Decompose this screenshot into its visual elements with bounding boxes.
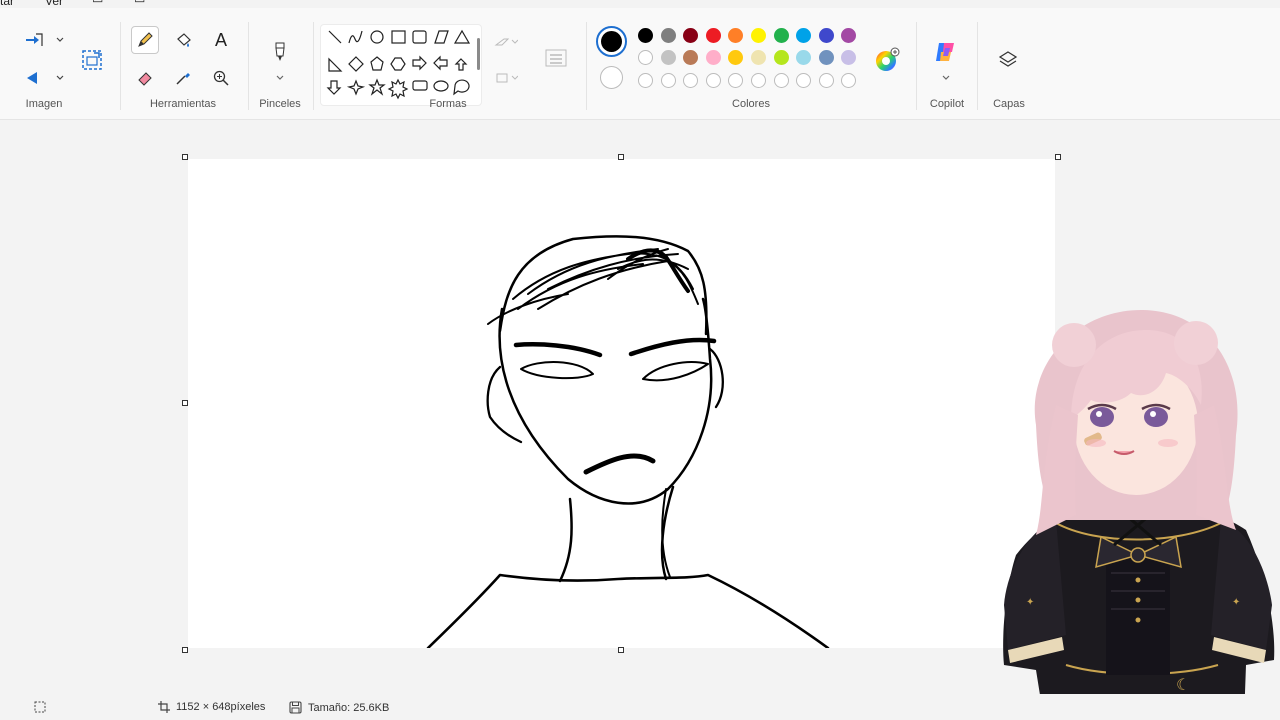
brush-icon[interactable] xyxy=(266,38,294,66)
color-swatch[interactable] xyxy=(773,28,789,43)
color-swatch[interactable] xyxy=(705,28,721,43)
svg-text:✦: ✦ xyxy=(1232,597,1240,608)
color-swatch[interactable] xyxy=(818,28,834,43)
dimensions-text: 1152 × 648píxeles xyxy=(176,701,266,713)
divider xyxy=(313,22,314,110)
menu-item-file[interactable]: tar xyxy=(0,0,14,8)
divider xyxy=(977,22,978,110)
color-swatch[interactable] xyxy=(728,50,744,65)
color-swatch[interactable] xyxy=(638,50,653,65)
crop-icon xyxy=(158,701,170,713)
chevron-down-icon[interactable] xyxy=(46,64,74,92)
redo-icon[interactable]: ↷ xyxy=(215,0,225,5)
edit-colors-icon[interactable] xyxy=(873,46,901,74)
color-picker-icon[interactable] xyxy=(169,64,197,92)
shapes-scrollbar[interactable] xyxy=(477,38,480,70)
menu-bar: tar Ver ▭ ▭ ↶ ↷ xyxy=(0,0,1280,8)
color-swatch[interactable] xyxy=(728,73,744,88)
color-swatch[interactable] xyxy=(683,73,699,88)
color-swatch[interactable] xyxy=(841,50,857,65)
color-swatch[interactable] xyxy=(660,28,676,43)
resize-handle-top-right[interactable] xyxy=(1055,154,1061,160)
resize-handle-top[interactable] xyxy=(618,154,624,160)
resize-handle-top-left[interactable] xyxy=(182,154,188,160)
magnifier-icon[interactable] xyxy=(207,64,235,92)
resize-handle-bottom[interactable] xyxy=(618,647,624,653)
canvas-dimensions: 1152 × 648píxeles xyxy=(158,701,265,713)
color-swatch[interactable] xyxy=(751,28,766,43)
save-icon xyxy=(289,701,302,714)
fill-icon[interactable] xyxy=(169,26,197,54)
color-swatch[interactable] xyxy=(773,73,789,88)
color-swatch[interactable] xyxy=(728,28,744,43)
resize-handle-bottom-left[interactable] xyxy=(182,647,188,653)
color-swatch[interactable] xyxy=(705,50,721,65)
group-label-pinceles: Pinceles xyxy=(259,98,301,110)
color-swatch[interactable] xyxy=(705,73,721,88)
color-swatch[interactable] xyxy=(638,73,653,88)
color-swatch[interactable] xyxy=(638,28,653,43)
divider xyxy=(248,22,249,110)
color-swatch[interactable] xyxy=(818,73,834,88)
color-swatch[interactable] xyxy=(683,50,699,65)
group-label-imagen: Imagen xyxy=(25,98,63,110)
resize-handle-left[interactable] xyxy=(182,400,188,406)
color-swatch[interactable] xyxy=(796,28,812,43)
menu-item-view[interactable]: Ver xyxy=(45,0,63,8)
color-swatch[interactable] xyxy=(841,28,857,43)
save-icon[interactable]: ▭ xyxy=(92,0,103,6)
outline-icon[interactable] xyxy=(492,28,520,56)
pencil-tool-button[interactable] xyxy=(131,26,159,54)
shapes-gallery xyxy=(320,24,482,106)
status-bar: 1152 × 648píxeles Tamaño: 25.6KB xyxy=(0,694,1280,720)
layers-icon[interactable] xyxy=(994,46,1022,74)
color-swatch[interactable] xyxy=(660,73,676,88)
svg-text:☾: ☾ xyxy=(1176,675,1190,694)
copilot-icon[interactable] xyxy=(932,38,960,66)
undo-icon[interactable]: ↶ xyxy=(178,0,188,5)
chevron-down-icon[interactable] xyxy=(266,64,294,92)
chevron-down-icon[interactable] xyxy=(932,64,960,92)
primary-color-button[interactable] xyxy=(596,26,627,57)
open-icon[interactable]: ▭ xyxy=(134,0,145,6)
file-size-text: Tamaño: 25.6KB xyxy=(308,701,390,714)
group-label-copilot: Copilot xyxy=(929,98,965,110)
primary-color-swatch xyxy=(601,31,622,52)
group-label-formas: Formas xyxy=(429,98,467,110)
eraser-icon[interactable] xyxy=(131,64,159,92)
group-label-colores: Colores xyxy=(732,98,770,110)
group-label-capas: Capas xyxy=(993,98,1025,110)
ribbon-toolbar: Imagen A Herramientas Pinceles Formas Co… xyxy=(0,8,1280,120)
color-swatch[interactable] xyxy=(660,50,676,65)
fill-style-icon[interactable] xyxy=(492,64,520,92)
color-swatch[interactable] xyxy=(818,50,834,65)
divider xyxy=(916,22,917,110)
svg-text:✦: ✦ xyxy=(1026,597,1034,608)
divider xyxy=(120,22,121,110)
stroke-size-icon[interactable] xyxy=(542,44,570,72)
divider xyxy=(586,22,587,110)
resize-image-icon[interactable] xyxy=(78,46,106,74)
color-swatch[interactable] xyxy=(796,50,812,65)
color-swatch[interactable] xyxy=(796,73,812,88)
drawing-canvas[interactable] xyxy=(188,159,1055,648)
rotate-icon[interactable] xyxy=(20,26,48,54)
chevron-down-icon[interactable] xyxy=(46,26,74,54)
color-swatch[interactable] xyxy=(773,50,789,65)
color-swatch[interactable] xyxy=(751,73,766,88)
selection-icon[interactable] xyxy=(34,701,46,713)
text-icon[interactable]: A xyxy=(207,26,235,54)
secondary-color-button[interactable] xyxy=(600,66,623,89)
color-swatch[interactable] xyxy=(751,50,766,65)
flip-icon[interactable] xyxy=(20,64,48,92)
vtuber-avatar-overlay: ✦ ✦ ☾ xyxy=(996,305,1280,720)
color-swatch[interactable] xyxy=(683,28,699,43)
file-size: Tamaño: 25.6KB xyxy=(289,701,389,714)
color-swatch[interactable] xyxy=(841,73,857,88)
group-label-herramientas: Herramientas xyxy=(149,98,217,110)
